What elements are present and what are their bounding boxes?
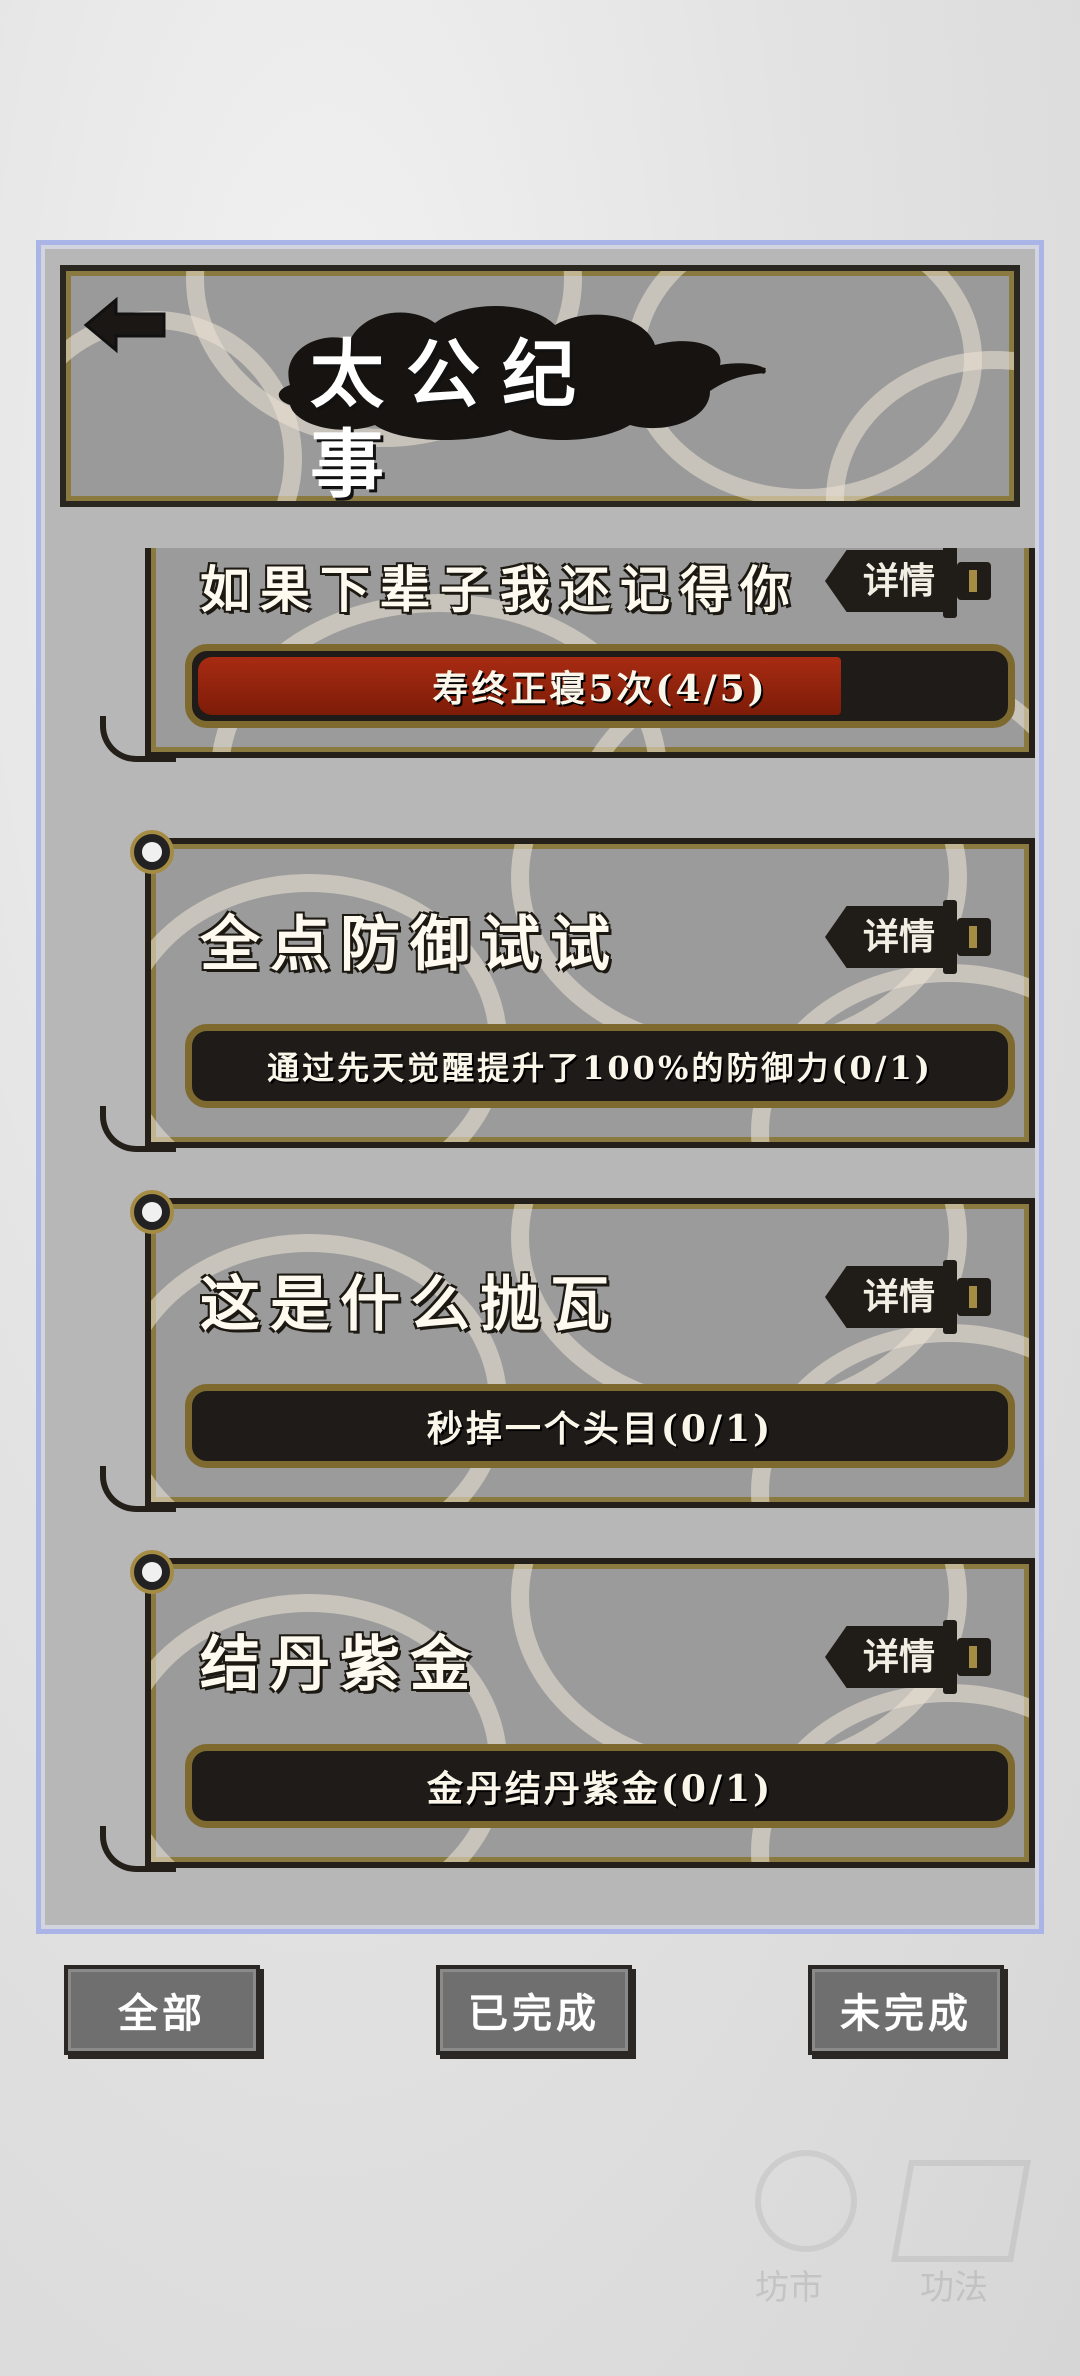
tab-all[interactable]: 全部 [64, 1965, 260, 2055]
progress-bar: 通过先天觉醒提升了100%的防御力(0/1) [185, 1024, 1015, 1108]
list-item: 全点防御试试 详情 通过先天觉醒提升了100%的防御力(0/1) [100, 830, 1035, 1152]
card-tail [100, 1466, 176, 1512]
pin-icon [130, 830, 174, 874]
bg-label-skills: 功法 [920, 2268, 988, 2308]
progress-bar: 寿终正寝5次(4/5) [185, 644, 1015, 728]
sword-icon [943, 1260, 957, 1334]
list-item: 如果下辈子我还记得你 详情 寿终正寝5次(4/5) [100, 548, 1035, 762]
list-item: 结丹紫金 详情 金丹结丹紫金(0/1) [100, 1550, 1035, 1872]
achievement-title: 结丹紫金 [200, 1630, 480, 1700]
detail-label: 详情 [825, 906, 945, 968]
market-icon [755, 2150, 857, 2252]
progress-text: 通过先天觉醒提升了100%的防御力(0/1) [267, 1049, 933, 1087]
achievement-title: 如果下辈子我还记得你 [200, 560, 800, 619]
back-button[interactable] [80, 290, 170, 360]
bg-label-market: 坊市 [755, 2268, 823, 2308]
achievement-list: 如果下辈子我还记得你 详情 寿终正寝5次(4/5) 全点防御试试 详情 通过先天… [45, 548, 1035, 1923]
background-decoration: 坊市 功法 [480, 2100, 1040, 2340]
detail-button[interactable]: 详情 [825, 1260, 995, 1334]
book-icon [891, 2160, 1031, 2262]
card-tail [100, 1106, 176, 1152]
pin-icon [130, 1190, 174, 1234]
detail-label: 详情 [825, 550, 945, 612]
page-title: 太公纪事 [310, 332, 598, 508]
progress-text: 秒掉一个头目(0/1) [426, 1408, 774, 1450]
card-tail [100, 716, 176, 762]
progress-text: 寿终正寝5次(4/5) [432, 668, 768, 710]
progress-bar: 秒掉一个头目(0/1) [185, 1384, 1015, 1468]
back-arrow-icon [83, 296, 166, 354]
achievement-title: 全点防御试试 [200, 910, 620, 980]
pin-icon [130, 1550, 174, 1594]
sword-icon [943, 1620, 957, 1694]
tab-completed[interactable]: 已完成 [436, 1965, 632, 2055]
progress-bar: 金丹结丹紫金(0/1) [185, 1744, 1015, 1828]
achievement-title: 这是什么抛瓦 [200, 1270, 620, 1340]
detail-label: 详情 [825, 1626, 945, 1688]
list-item: 这是什么抛瓦 详情 秒掉一个头目(0/1) [100, 1190, 1035, 1512]
detail-button[interactable]: 详情 [825, 1620, 995, 1694]
sword-icon [943, 548, 957, 618]
detail-button[interactable]: 详情 [825, 900, 995, 974]
detail-label: 详情 [825, 1266, 945, 1328]
progress-text: 金丹结丹紫金(0/1) [426, 1768, 774, 1810]
sword-icon [943, 900, 957, 974]
card-tail [100, 1826, 176, 1872]
detail-button[interactable]: 详情 [825, 548, 995, 618]
tab-incomplete[interactable]: 未完成 [808, 1965, 1004, 2055]
